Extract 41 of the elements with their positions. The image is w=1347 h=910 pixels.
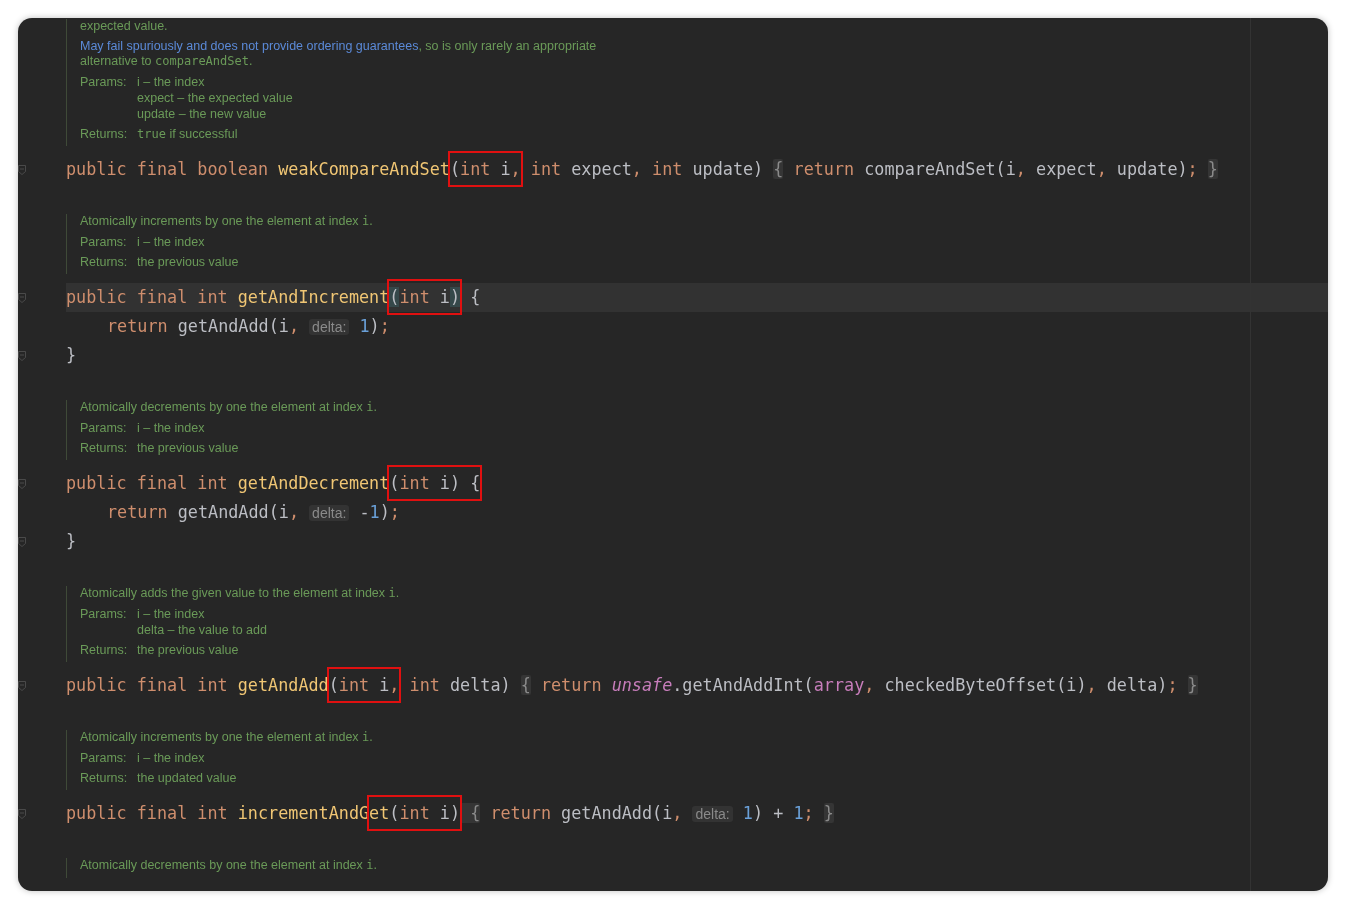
doc-label: Params: [80,420,128,436]
doc-label: Returns: [80,770,129,786]
doc-text: i – the index [137,74,206,90]
code-line: } [66,344,78,367]
doc-label: Params: [80,606,128,623]
doc-label: Params: [80,74,128,91]
fold-icon[interactable] [18,164,26,175]
doc-label: Returns: [80,440,129,456]
doc-text: i – the index [137,750,205,766]
doc-text: Atomically decrements by one the element at index i. [80,400,378,415]
doc-label: Returns: [80,642,129,658]
code-line: } [66,530,78,553]
fold-icon[interactable] [18,350,26,361]
doc-text: true if successful [137,126,238,142]
doc-text: Atomically increments by one the element at index i. [80,214,374,229]
doc-label: Params: [80,750,128,766]
fold-icon[interactable] [18,536,26,547]
doc-text: the previous value [137,642,239,658]
doc-text: Atomically increments by one the element at index i. [80,730,374,745]
doc-label: Returns: [80,254,129,270]
doc-text: the previous value [137,254,239,270]
fold-icon[interactable] [18,680,26,691]
code-line: return getAndAdd(i, delta: 1); [106,315,391,338]
fold-icon[interactable] [18,808,26,819]
doc-label: Params: [80,234,128,250]
doc-text: the updated value [137,770,237,786]
fold-icon[interactable] [18,292,26,303]
doc-text: expected value. [80,19,169,34]
doc-text: Atomically decrements by one the element at index i. [80,858,378,873]
code-line: return getAndAdd(i, delta: -1); [106,501,401,524]
doc-text: update – the new value [137,106,268,122]
doc-text: i – the index [137,420,205,436]
doc-text: the previous value [137,440,239,456]
doc-text: i – the index [137,606,206,622]
doc-text: delta – the value to add [137,622,267,638]
doc-text: expect – the expected value [137,90,293,106]
doc-text: Atomically adds the given value to the element at index i. [80,586,401,601]
doc-text: May fail spuriously and does not provide ordering guarantees, so is only rarely an appropriate alternative to compareAndSet. [80,39,598,69]
fold-icon[interactable] [18,478,26,489]
doc-text: i – the index [137,234,205,250]
doc-label: Returns: [80,126,129,142]
